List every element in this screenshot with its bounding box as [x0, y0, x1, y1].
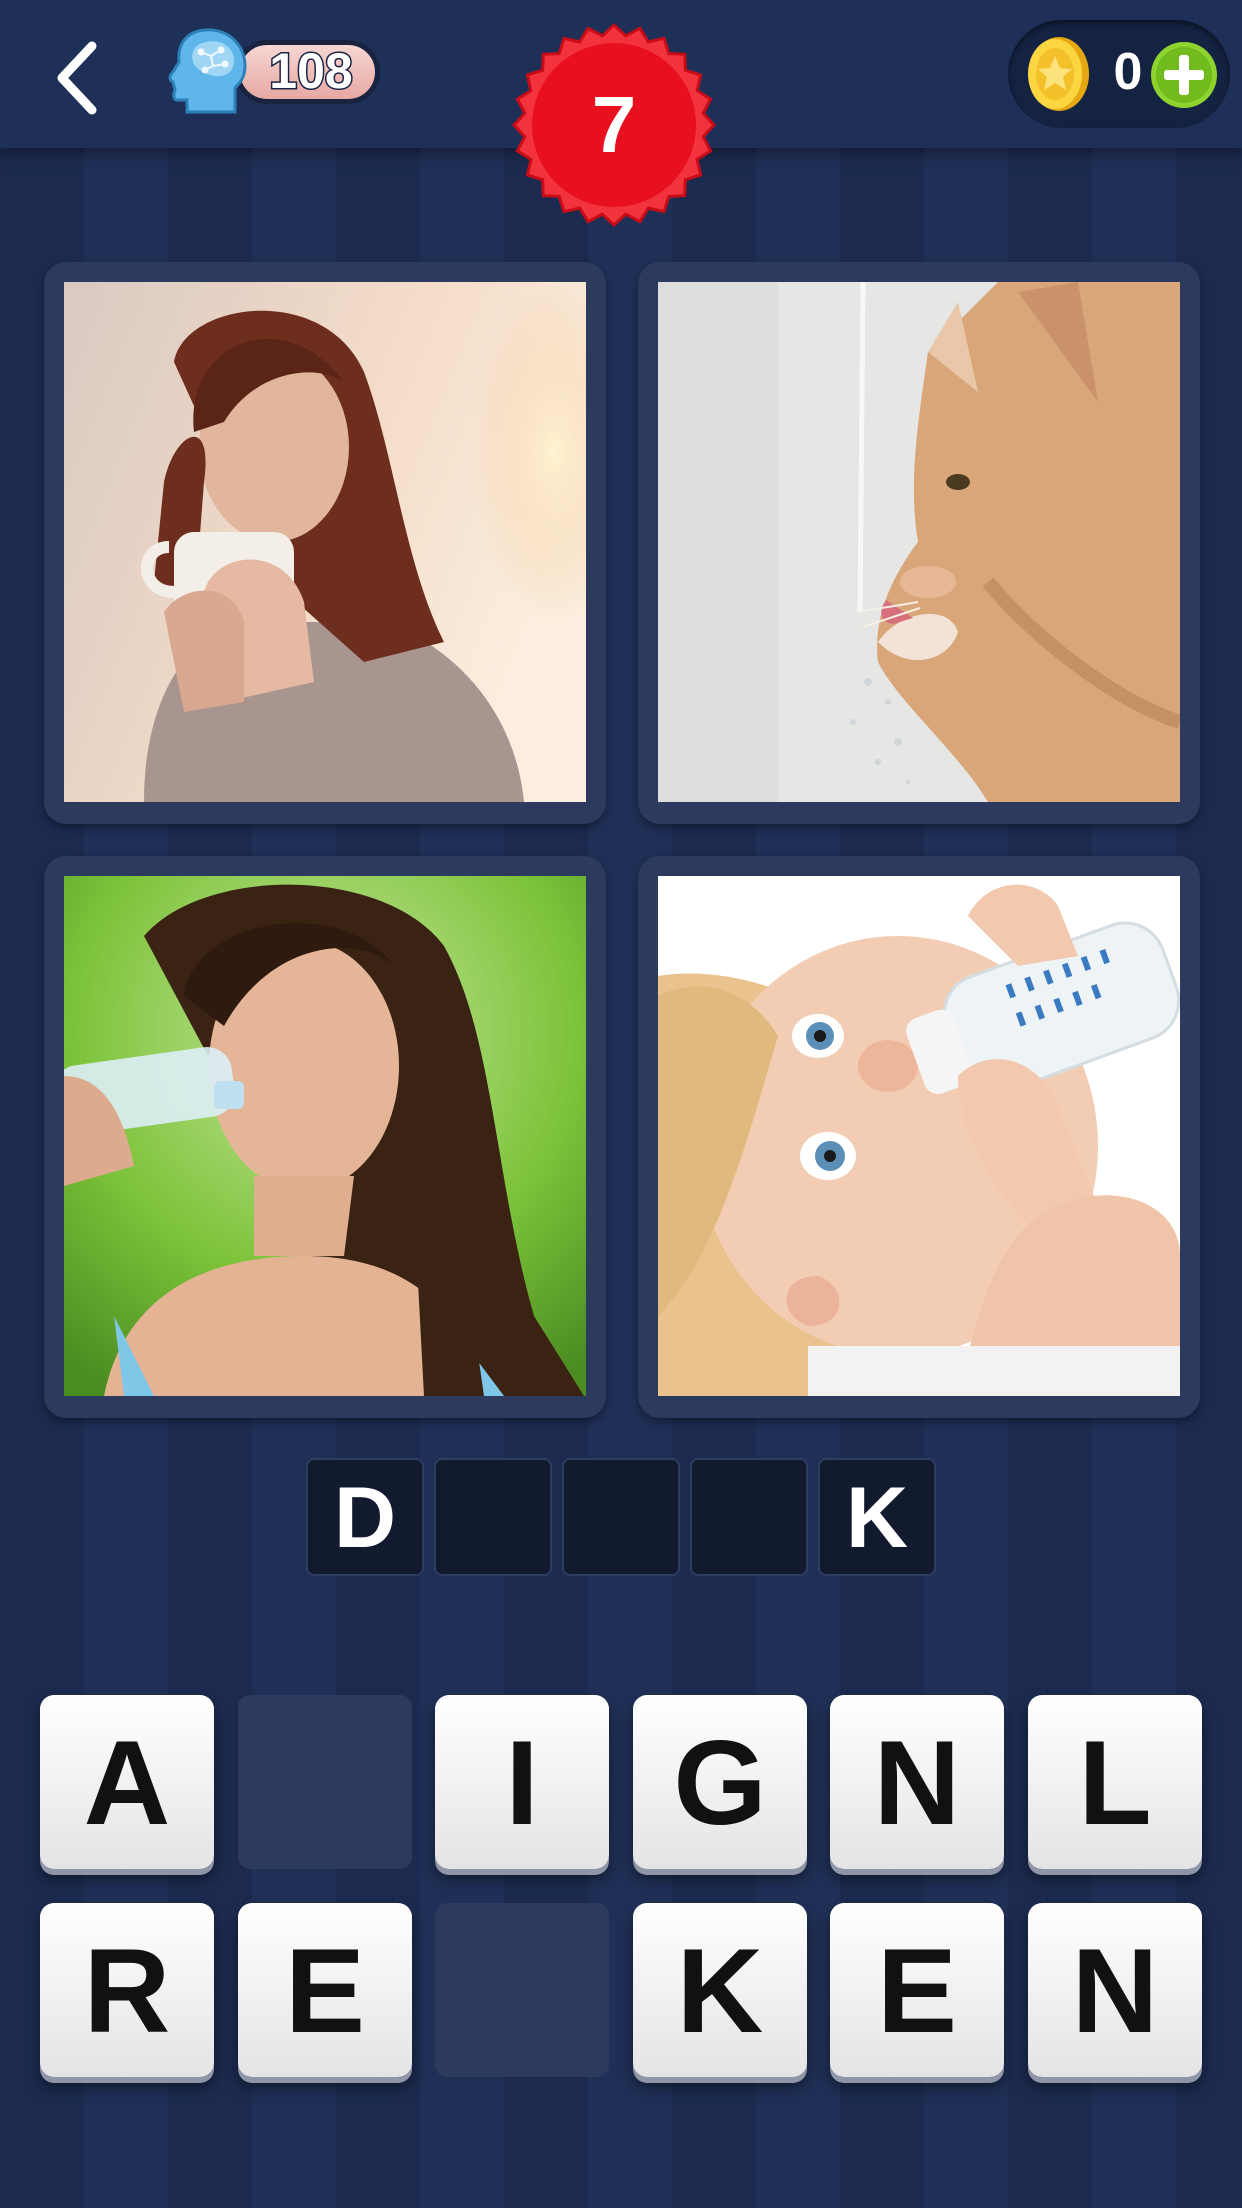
letter-key[interactable]: N [830, 1695, 1004, 1869]
letter-key[interactable]: I [435, 1695, 609, 1869]
puzzle-image-3[interactable] [44, 856, 606, 1418]
letter-key[interactable]: A [40, 1695, 214, 1869]
letter-key[interactable]: L [1028, 1695, 1202, 1869]
used-letter-slot [435, 1903, 609, 2077]
letter-key[interactable]: K [633, 1903, 807, 2077]
woman-drinking-coffee-photo [64, 282, 586, 802]
chevron-left-icon [57, 41, 97, 115]
back-button[interactable] [48, 38, 118, 118]
coin-icon [1028, 37, 1089, 111]
level-number: 7 [591, 80, 637, 169]
used-letter-slot [238, 1695, 412, 1869]
add-coins-button[interactable] [1150, 41, 1218, 109]
answer-slot[interactable] [434, 1458, 552, 1576]
cat-drinking-water-photo [658, 282, 1180, 802]
answer-slot[interactable]: K [818, 1458, 936, 1576]
letter-key[interactable]: E [238, 1903, 412, 2077]
puzzle-image-4[interactable] [638, 856, 1200, 1418]
letter-key[interactable]: R [40, 1903, 214, 2077]
brain-head-icon [168, 28, 247, 114]
brain-score-count: 108 [268, 42, 354, 101]
answer-slot[interactable] [562, 1458, 680, 1576]
answer-slot[interactable] [690, 1458, 808, 1576]
level-badge: 7 [511, 22, 717, 228]
woman-drinking-bottle-water-photo [64, 876, 586, 1396]
letter-key[interactable]: N [1028, 1903, 1202, 2077]
baby-drinking-bottle-photo [658, 876, 1180, 1396]
puzzle-image-1[interactable] [44, 262, 606, 824]
puzzle-image-2[interactable] [638, 262, 1200, 824]
coin-count: 0 [1113, 43, 1143, 101]
letter-key[interactable]: G [633, 1695, 807, 1869]
letter-key[interactable]: E [830, 1903, 1004, 2077]
coin-balance: 0 [1008, 20, 1230, 128]
answer-slot[interactable]: D [306, 1458, 424, 1576]
brain-score-badge[interactable]: 108 [165, 26, 385, 118]
